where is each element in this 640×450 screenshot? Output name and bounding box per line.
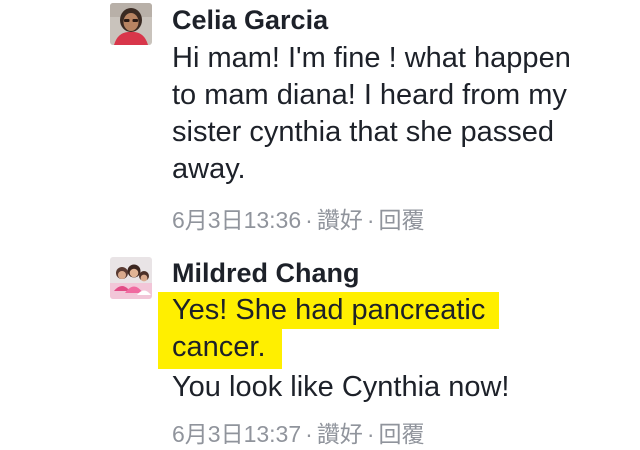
separator-dot: · [305, 421, 313, 447]
comment-text: Hi mam! I'm fine ! what happen to mam di… [172, 40, 632, 188]
highlighted-text: Yes! She had pancreatic [158, 292, 500, 329]
like-link[interactable]: 讚好 [317, 421, 363, 447]
comment-text-line: sister cynthia that she passed [172, 116, 555, 148]
comment-text-line: Hi mam! I'm fine ! what happen [172, 42, 571, 74]
separator-dot: · [366, 207, 375, 233]
comment-meta: 6月3日13:37 · 讚好 · 回覆 [172, 420, 424, 448]
avatar[interactable] [110, 257, 152, 299]
comment-text: Yes! She had pancreatic cancer. You look… [158, 292, 632, 406]
comment-text-line: cancer. [158, 329, 632, 369]
separator-dot: · [305, 207, 313, 233]
comment-text-line: You look like Cynthia now! [172, 371, 510, 403]
avatar-photo-icon [110, 257, 152, 299]
highlighted-text-block: Yes! She had pancreatic cancer. [158, 292, 632, 369]
separator-dot: · [366, 421, 375, 447]
reply-link[interactable]: 回覆 [378, 207, 424, 233]
comment-timestamp[interactable]: 6月3日13:36 [172, 207, 301, 233]
avatar[interactable] [110, 3, 152, 45]
comment-text-line: Yes! She had pancreatic [158, 292, 632, 329]
comment-text-line: to mam diana! I heard from my [172, 79, 567, 111]
comment-author[interactable]: Celia Garcia [172, 3, 328, 37]
highlighted-text: cancer. [158, 329, 282, 369]
like-link[interactable]: 讚好 [317, 207, 363, 233]
comment-thread: Celia Garcia Hi mam! I'm fine ! what hap… [0, 0, 640, 450]
comment-text-line: away. [172, 153, 246, 185]
comment-meta: 6月3日13:36 · 讚好 · 回覆 [172, 206, 424, 234]
comment-timestamp[interactable]: 6月3日13:37 [172, 421, 301, 447]
comment-author[interactable]: Mildred Chang [172, 256, 360, 290]
avatar-photo-icon [110, 3, 152, 45]
reply-link[interactable]: 回覆 [378, 421, 424, 447]
